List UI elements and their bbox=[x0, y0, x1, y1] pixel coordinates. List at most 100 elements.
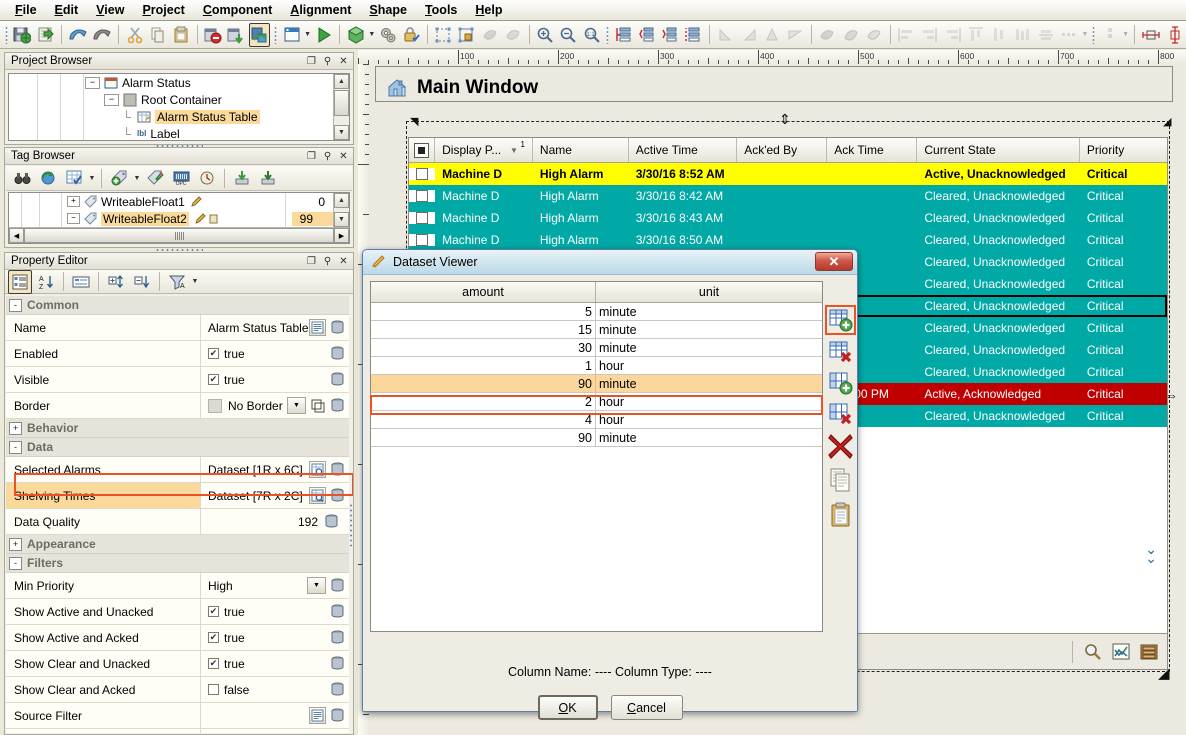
new-window-chevron-down-icon[interactable]: ▼ bbox=[303, 24, 312, 46]
dataset-row[interactable]: 1 hour bbox=[371, 357, 822, 375]
align-row-icon[interactable] bbox=[613, 23, 634, 47]
min-priority-dropdown-button[interactable]: ▼ bbox=[307, 577, 326, 594]
size-height-icon[interactable] bbox=[1164, 23, 1185, 47]
checkbox-show-clear-unacked[interactable]: ✔ bbox=[208, 658, 219, 669]
dataset-row-selected[interactable]: 90 minute bbox=[371, 375, 822, 393]
rotate-icon[interactable] bbox=[715, 23, 736, 47]
history-icon[interactable] bbox=[195, 166, 219, 190]
border-dropdown-button[interactable]: ▼ bbox=[287, 397, 306, 414]
delete-row-icon[interactable] bbox=[825, 336, 856, 366]
categorize-icon[interactable] bbox=[8, 270, 32, 294]
property-value-cell[interactable]: ✔ true bbox=[201, 651, 349, 676]
select-all-column-header[interactable] bbox=[409, 138, 435, 162]
project-icon[interactable] bbox=[345, 23, 366, 47]
dataset-row[interactable]: 15 minute bbox=[371, 321, 822, 339]
menu-component[interactable]: Component bbox=[194, 1, 281, 19]
property-row-border[interactable]: Border No Border ▼ bbox=[6, 393, 349, 419]
close-icon[interactable]: ✕ bbox=[337, 55, 350, 68]
group-expander[interactable]: - bbox=[9, 299, 22, 312]
cut-icon[interactable] bbox=[124, 23, 145, 47]
column-header-active-time[interactable]: Active Time bbox=[629, 138, 737, 162]
property-value-cell[interactable]: Machine* bbox=[201, 729, 349, 733]
preview-icon[interactable] bbox=[313, 23, 334, 47]
checkbox-show-active-acked[interactable]: ✔ bbox=[208, 632, 219, 643]
save-icon[interactable] bbox=[12, 23, 33, 47]
filter-icon[interactable]: A bbox=[165, 270, 189, 294]
menu-view[interactable]: View bbox=[87, 1, 133, 19]
property-value-cell[interactable]: High ▼ bbox=[201, 573, 349, 598]
project-tree[interactable]: − Alarm Status − Root Container └ Alarm … bbox=[8, 73, 350, 141]
scroll-down-button[interactable]: ▼ bbox=[334, 212, 349, 227]
property-value-cell[interactable]: 192 bbox=[201, 509, 349, 534]
project-chevron-down-icon[interactable]: ▼ bbox=[367, 24, 376, 46]
new-tag-icon[interactable] bbox=[107, 166, 131, 190]
property-row-name[interactable]: Name Alarm Status Table bbox=[6, 315, 349, 341]
tag-expander[interactable]: + bbox=[67, 196, 80, 207]
resize-handle-top-center[interactable]: ⇕ bbox=[779, 114, 790, 125]
close-icon[interactable]: ✕ bbox=[337, 150, 350, 163]
collapse-all-icon[interactable] bbox=[130, 270, 154, 294]
toolbar-grip-4[interactable] bbox=[1092, 26, 1095, 44]
paste-icon[interactable] bbox=[170, 23, 191, 47]
spacing-chevron-down-icon[interactable]: ▼ bbox=[1081, 24, 1090, 46]
save-all-icon[interactable] bbox=[35, 23, 56, 47]
row-checkbox[interactable] bbox=[416, 212, 428, 224]
binding-icon[interactable] bbox=[329, 681, 346, 699]
row-checkbox-cell[interactable] bbox=[409, 234, 435, 246]
binding-icon[interactable] bbox=[329, 319, 346, 337]
align-right-group-icon[interactable] bbox=[659, 23, 680, 47]
property-value-cell[interactable]: No Border ▼ bbox=[201, 393, 349, 418]
shape1-icon[interactable] bbox=[817, 23, 838, 47]
binding-icon[interactable] bbox=[329, 397, 346, 415]
toolbar-grip-3[interactable] bbox=[606, 26, 609, 44]
copy-icon[interactable] bbox=[147, 23, 168, 47]
property-row-show-active-unacked[interactable]: Show Active and Unacked ✔ true bbox=[6, 599, 349, 625]
group-expander[interactable]: - bbox=[9, 557, 22, 570]
property-row-data-quality[interactable]: Data Quality 192 bbox=[6, 509, 349, 535]
mirror-icon[interactable] bbox=[761, 23, 782, 47]
menu-project[interactable]: Project bbox=[133, 1, 193, 19]
row-checkbox-cell[interactable] bbox=[409, 168, 435, 180]
property-editor-grip-right[interactable] bbox=[349, 503, 353, 548]
align-bottom-icon[interactable] bbox=[1012, 23, 1033, 47]
scroll-right-button[interactable]: ▶ bbox=[334, 228, 349, 243]
add-column-icon[interactable] bbox=[825, 368, 856, 398]
property-group-common[interactable]: - Common bbox=[6, 296, 349, 315]
align-top-icon[interactable] bbox=[965, 23, 986, 47]
scroll-thumb[interactable] bbox=[334, 90, 349, 116]
property-row-show-clear-unacked[interactable]: Show Clear and Unacked ✔ true bbox=[6, 651, 349, 677]
dataset-grid[interactable]: amount unit 5 minute 15 minute 30 minute bbox=[370, 281, 823, 632]
main-window-frame[interactable]: Main Window bbox=[375, 66, 1173, 102]
align-center-icon[interactable] bbox=[919, 23, 940, 47]
property-value-cell[interactable]: ✔ true bbox=[201, 625, 349, 650]
binding-icon[interactable] bbox=[329, 577, 346, 595]
pin-icon[interactable]: ⚲ bbox=[321, 55, 334, 68]
alarm-row[interactable]: Machine D High Alarm 3/30/16 8:52 AM Act… bbox=[409, 163, 1167, 185]
column-header-acked-by[interactable]: Ack'ed By bbox=[737, 138, 827, 162]
resize-handle-top-left[interactable]: ◥ bbox=[410, 117, 421, 128]
column-header-display-path[interactable]: Display P... ▼ 1 bbox=[435, 138, 533, 162]
menu-tools[interactable]: Tools bbox=[416, 1, 466, 19]
menu-shape[interactable]: Shape bbox=[360, 1, 416, 19]
row-checkbox[interactable] bbox=[416, 190, 428, 202]
distribute-icon[interactable] bbox=[1035, 23, 1056, 47]
refresh-tags-icon[interactable] bbox=[36, 166, 60, 190]
property-value-cell[interactable]: false bbox=[201, 677, 349, 702]
property-value-cell[interactable]: ✔ true bbox=[201, 367, 349, 392]
float-icon[interactable]: ❐ bbox=[305, 150, 318, 163]
property-row-selected-alarms[interactable]: Selected Alarms Dataset [1R x 6C] bbox=[6, 457, 349, 483]
undo-icon[interactable] bbox=[67, 23, 89, 47]
property-row-show-clear-acked[interactable]: Show Clear and Acked false bbox=[6, 677, 349, 703]
binding-icon[interactable] bbox=[329, 603, 346, 621]
dataset-column-header-unit[interactable]: unit bbox=[596, 282, 822, 302]
cancel-button[interactable]: Cancel bbox=[611, 695, 683, 720]
checkbox-visible[interactable]: ✔ bbox=[208, 374, 219, 385]
property-row-min-priority[interactable]: Min Priority High ▼ bbox=[6, 573, 349, 599]
group-expander[interactable]: + bbox=[9, 422, 22, 435]
shape3-icon[interactable] bbox=[863, 23, 884, 47]
menu-help[interactable]: Help bbox=[466, 1, 511, 19]
property-value-cell[interactable]: Dataset [7R x 2C] bbox=[201, 483, 349, 508]
dataset-row[interactable]: 2 hour bbox=[371, 393, 822, 411]
chevron-down-icon[interactable]: ▼ bbox=[190, 271, 200, 293]
property-row-source-filter[interactable]: Source Filter bbox=[6, 703, 349, 729]
